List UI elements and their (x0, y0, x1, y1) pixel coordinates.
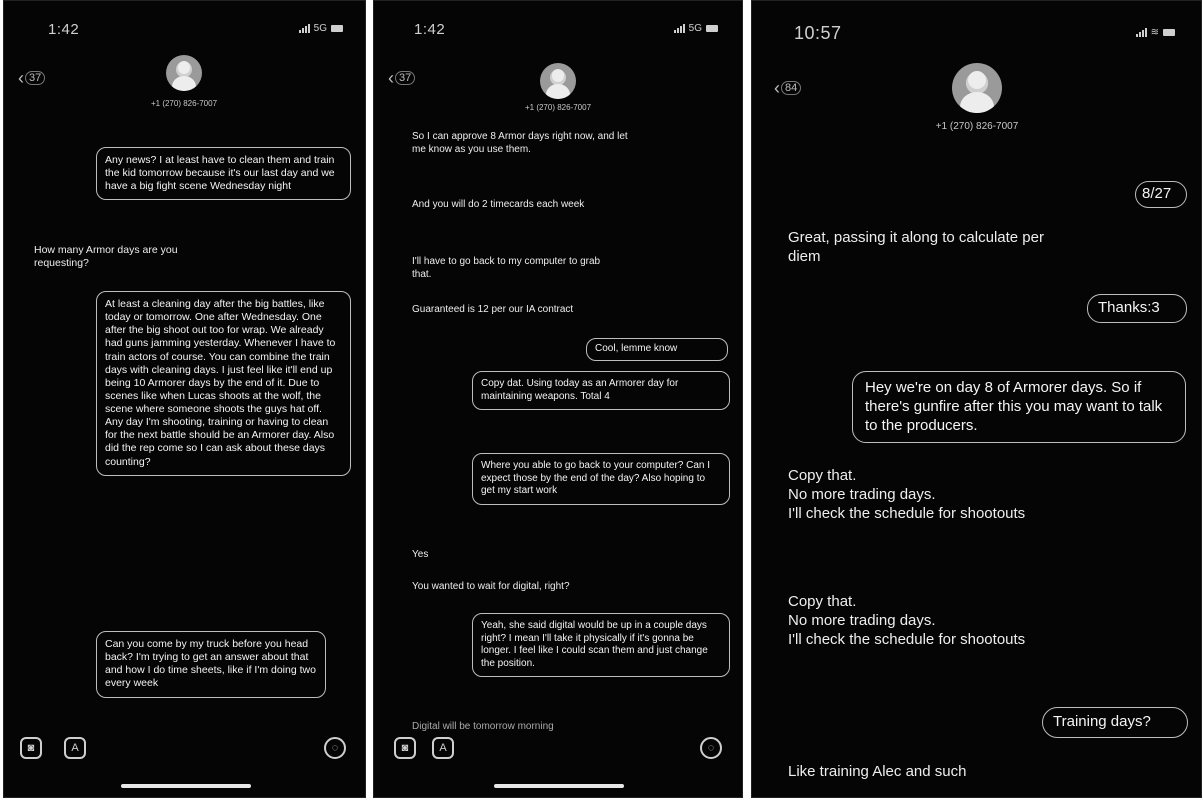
incoming-message: Copy that. No more trading days. I'll ch… (788, 593, 1026, 648)
incoming-message: Guaranteed is 12 per our IA contract (412, 304, 574, 315)
audio-icon[interactable]: ◌ (700, 737, 722, 759)
status-indicators: 5G (673, 23, 718, 34)
wifi-icon: ≋ (1150, 27, 1159, 38)
contact-avatar[interactable] (952, 63, 1002, 113)
network-label: 5G (313, 23, 327, 34)
home-indicator (494, 784, 624, 788)
incoming-message: I'll have to go back to my computer to g… (412, 256, 601, 280)
incoming-message: Yes (412, 549, 429, 560)
outgoing-message: Cool, lemme know (586, 338, 728, 361)
audio-icon[interactable]: ◌ (324, 737, 346, 759)
battery-icon (1163, 29, 1175, 36)
battery-icon (331, 25, 343, 32)
chevron-left-icon: ‹ (774, 78, 780, 98)
status-indicators: ≋ (1135, 27, 1175, 38)
outgoing-message: At least a cleaning day after the big ba… (96, 291, 351, 476)
contact-phone[interactable]: +1 (270) 826-7007 (498, 103, 618, 112)
network-label: 5G (688, 23, 702, 34)
conversation-screenshot-1: 1:42 5G ‹ 37 +1 (270) 826-7007 Any news?… (3, 0, 366, 798)
unread-count: 37 (25, 71, 46, 85)
incoming-message: Like training Alec and such (788, 763, 967, 780)
back-button[interactable]: ‹ 37 (388, 68, 416, 88)
unread-count: 84 (781, 81, 802, 95)
app-store-icon[interactable]: A (64, 737, 86, 759)
outgoing-message: Training days? (1042, 707, 1188, 738)
signal-icon (1135, 28, 1147, 37)
camera-icon[interactable]: ◙ (394, 737, 416, 759)
incoming-message: And you will do 2 timecards each week (412, 199, 585, 210)
outgoing-message: 8/27 (1135, 181, 1187, 208)
incoming-message: How many Armor days are you requesting? (34, 244, 178, 270)
message-input-bar: ◙ A ◌ (374, 733, 742, 763)
conversation-screenshot-2: 1:42 5G ‹ 37 +1 (270) 826-7007 So I can … (373, 0, 743, 798)
message-input-bar: ◙ A ◌ (4, 733, 365, 763)
conversation-screenshot-3: 10:57 ≋ ‹ 84 +1 (270) 826-7007 8/27 Grea… (751, 0, 1202, 798)
chevron-left-icon: ‹ (388, 68, 394, 88)
incoming-message: Digital will be tomorrow morning (412, 721, 554, 732)
battery-icon (706, 25, 718, 32)
outgoing-message: Can you come by my truck before you head… (96, 631, 326, 698)
contact-phone[interactable]: +1 (270) 826-7007 (902, 121, 1052, 132)
app-store-icon[interactable]: A (432, 737, 454, 759)
unread-count: 37 (395, 71, 416, 85)
camera-icon[interactable]: ◙ (20, 737, 42, 759)
home-indicator (121, 784, 251, 788)
incoming-message: Copy that. No more trading days. I'll ch… (788, 467, 1026, 522)
contact-avatar[interactable] (166, 55, 202, 91)
outgoing-message: Where you able to go back to your comput… (472, 453, 730, 505)
status-indicators: 5G (298, 23, 343, 34)
incoming-message: You wanted to wait for digital, right? (412, 581, 570, 592)
contact-avatar[interactable] (540, 63, 576, 99)
outgoing-message: Yeah, she said digital would be up in a … (472, 613, 730, 677)
contact-phone[interactable]: +1 (270) 826-7007 (124, 99, 244, 108)
outgoing-message: Copy dat. Using today as an Armorer day … (472, 371, 730, 410)
status-time: 1:42 (414, 21, 446, 38)
outgoing-message: Thanks:3 (1087, 294, 1187, 323)
back-button[interactable]: ‹ 84 (774, 78, 802, 98)
back-button[interactable]: ‹ 37 (18, 68, 46, 88)
incoming-message: So I can approve 8 Armor days right now,… (412, 131, 628, 155)
status-time: 10:57 (794, 23, 842, 43)
incoming-message: Great, passing it along to calculate per… (788, 229, 1044, 265)
status-time: 1:42 (48, 21, 80, 38)
signal-icon (298, 24, 310, 33)
chevron-left-icon: ‹ (18, 68, 24, 88)
outgoing-message: Hey we're on day 8 of Armorer days. So i… (852, 371, 1186, 444)
outgoing-message: Any news? I at least have to clean them … (96, 147, 351, 201)
signal-icon (673, 24, 685, 33)
